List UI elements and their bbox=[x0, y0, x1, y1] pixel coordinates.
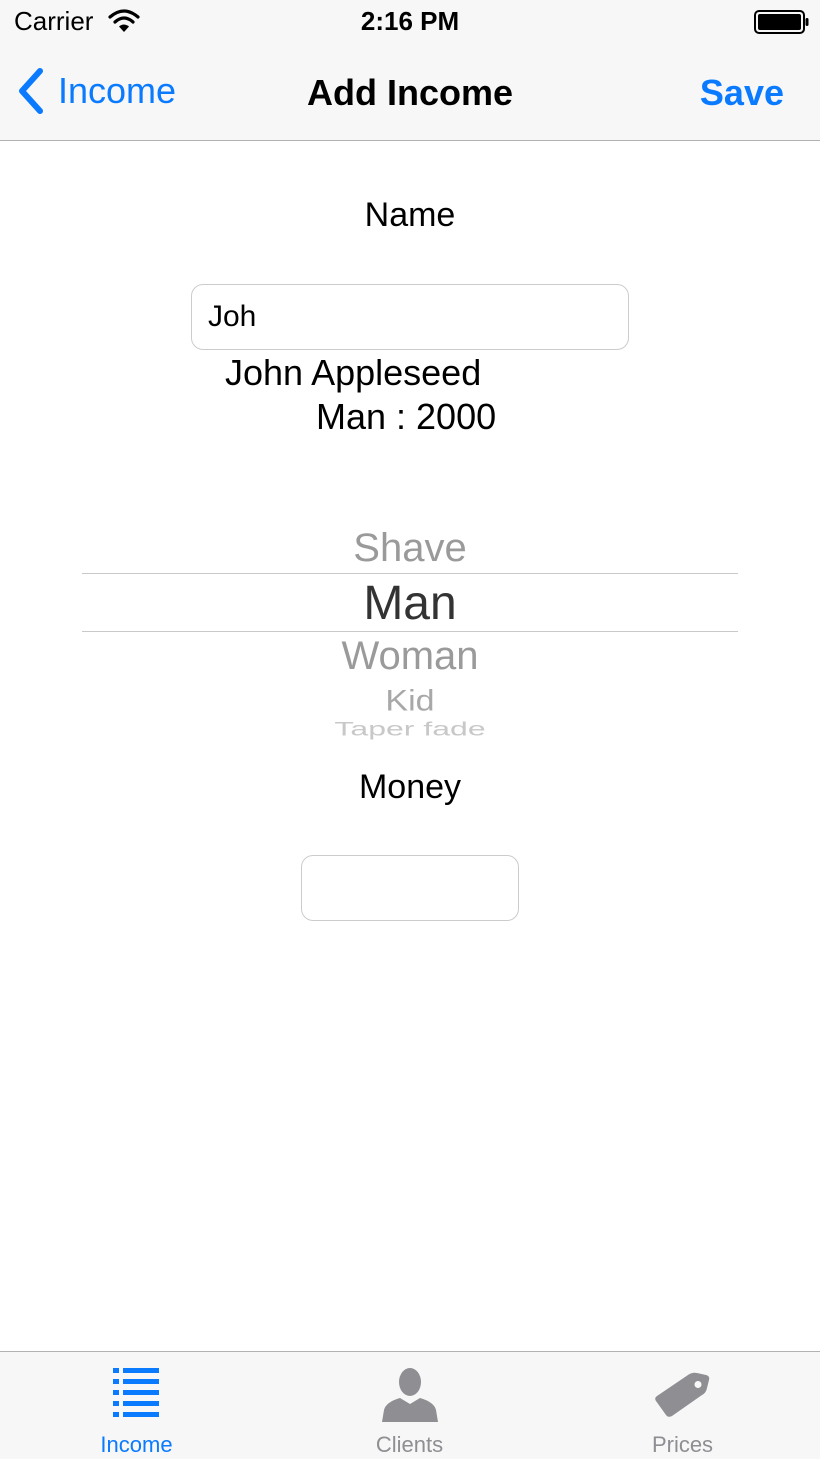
tab-clients-label: Clients bbox=[375, 1432, 444, 1457]
add-income-screen: Carrier 2:16 PM Income Add Income Save N… bbox=[0, 0, 820, 1459]
price-tag-icon bbox=[654, 1372, 709, 1417]
save-button[interactable]: Save bbox=[700, 72, 784, 114]
name-label: Name bbox=[364, 196, 456, 234]
list-icon bbox=[112, 1368, 159, 1417]
picker-selection-bottom-line bbox=[82, 631, 738, 632]
tab-bar: Income Clients Prices bbox=[0, 1351, 820, 1459]
tab-income[interactable]: Income bbox=[0, 1352, 273, 1459]
tab-prices[interactable]: Prices bbox=[546, 1352, 819, 1459]
picker-row[interactable]: Woman bbox=[82, 634, 738, 679]
tab-prices-label: Prices bbox=[651, 1432, 714, 1457]
money-input[interactable] bbox=[301, 855, 519, 921]
status-time: 2:16 PM bbox=[360, 6, 460, 36]
picker-row[interactable]: Shave bbox=[82, 526, 738, 571]
tab-income-label: Income bbox=[100, 1432, 173, 1457]
client-suggestion-name[interactable]: John Appleseed bbox=[225, 352, 481, 394]
navigation-bar: Income Add Income Save bbox=[0, 44, 820, 141]
picker-selection-top-line bbox=[82, 573, 738, 574]
money-label: Money bbox=[358, 768, 462, 806]
service-picker[interactable]: Shave Man Woman Kid Taper fade bbox=[82, 520, 738, 740]
person-icon bbox=[381, 1368, 438, 1422]
status-bar: Carrier 2:16 PM bbox=[0, 0, 820, 44]
picker-row[interactable]: Taper fade bbox=[82, 718, 738, 740]
picker-row-selected[interactable]: Man bbox=[82, 576, 738, 631]
picker-row[interactable]: Kid bbox=[82, 684, 738, 718]
client-suggestion-detail: Man : 2000 bbox=[316, 396, 497, 437]
name-input[interactable] bbox=[191, 284, 629, 350]
page-title: Add Income bbox=[306, 72, 513, 113]
battery-icon bbox=[754, 10, 809, 34]
tab-clients[interactable]: Clients bbox=[273, 1352, 546, 1459]
